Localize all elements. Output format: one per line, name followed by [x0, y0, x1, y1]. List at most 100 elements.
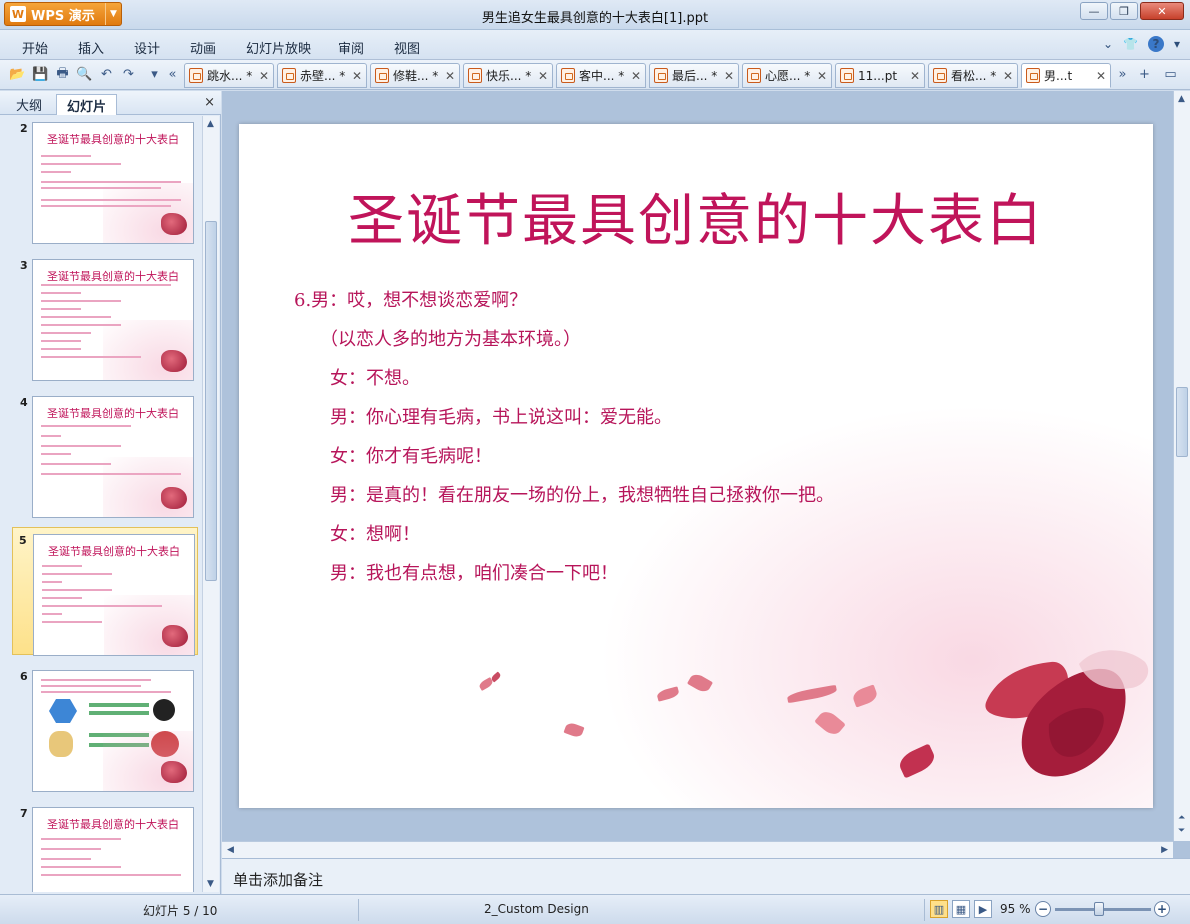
- help-dropdown-icon[interactable]: ▾: [1174, 37, 1180, 51]
- close-tab-icon[interactable]: ✕: [1001, 69, 1015, 83]
- next-slide-icon[interactable]: ⏷: [1178, 826, 1185, 836]
- thumbnail-row[interactable]: 2 圣诞节最具创意的十大表白: [0, 116, 202, 244]
- thumbnail-row-selected[interactable]: 5 圣诞节最具创意的十大表白: [12, 527, 198, 656]
- print-preview-icon[interactable]: 🔍: [76, 66, 93, 83]
- thumbnail-title: 圣诞节最具创意的十大表白: [47, 133, 179, 146]
- thumbnail-row[interactable]: 4 圣诞节最具创意的十大表白: [0, 390, 202, 518]
- open-folder-icon[interactable]: 📂: [9, 66, 26, 83]
- slide-thumbnail[interactable]: 圣诞节最具创意的十大表白: [32, 122, 194, 244]
- close-tab-icon[interactable]: ✕: [722, 69, 736, 83]
- close-tab-icon[interactable]: ✕: [350, 69, 364, 83]
- slide-title[interactable]: 圣诞节最具创意的十大表白: [239, 176, 1153, 257]
- cartoon-image-icon: [153, 699, 175, 721]
- slide-sorter-view-icon[interactable]: ▦: [952, 900, 970, 918]
- tab-list-icon[interactable]: ▭: [1162, 66, 1179, 83]
- zoom-out-icon[interactable]: −: [1035, 901, 1051, 917]
- skin-shirt-icon[interactable]: 👕: [1123, 37, 1138, 51]
- status-bar: 幻灯片 5 / 10 2_Custom Design ▥ ▦ ▶ 95 % − …: [0, 894, 1190, 924]
- close-tab-icon[interactable]: ✕: [443, 69, 457, 83]
- doc-tab[interactable]: 跳水... * ✕: [184, 63, 274, 88]
- minimize-button[interactable]: —: [1080, 2, 1108, 20]
- slide-text-line: 男：你心理有毛病，书上说这叫：爱无能。: [330, 407, 672, 428]
- scrollbar-thumb[interactable]: [1176, 387, 1188, 457]
- slide-thumbnail[interactable]: 圣诞节最具创意的十大表白: [32, 807, 194, 892]
- menu-view[interactable]: 视图: [394, 38, 420, 57]
- ppt-file-icon: [654, 68, 668, 83]
- tabs-scroll-left-icon[interactable]: «: [164, 66, 181, 83]
- slide-text-line: （以恋人多的地方为基本环境。）: [320, 329, 581, 350]
- menu-animation[interactable]: 动画: [190, 38, 216, 57]
- help-icon[interactable]: ?: [1147, 36, 1164, 52]
- thumbnail-row[interactable]: 6: [0, 664, 202, 792]
- slide-thumbnail[interactable]: 圣诞节最具创意的十大表白: [32, 259, 194, 381]
- doc-tab[interactable]: 最后... * ✕: [649, 63, 739, 88]
- slide-horizontal-scrollbar[interactable]: ◀ ▶: [222, 841, 1173, 858]
- tab-outline[interactable]: 大纲: [6, 94, 52, 115]
- close-panel-icon[interactable]: ×: [204, 95, 215, 110]
- doc-tab[interactable]: 修鞋... * ✕: [370, 63, 460, 88]
- slide-thumbnail[interactable]: 圣诞节最具创意的十大表白: [32, 396, 194, 518]
- ppt-file-icon: [933, 68, 947, 83]
- menu-design[interactable]: 设计: [134, 38, 160, 57]
- rose-decoration-icon: [161, 213, 187, 235]
- slide-text-line: 女：想啊！: [330, 524, 420, 545]
- prev-slide-icon[interactable]: ⏶: [1178, 813, 1185, 823]
- notes-pane[interactable]: 单击添加备注: [222, 858, 1190, 894]
- ribbon-collapse-icon[interactable]: ⌄: [1103, 37, 1113, 51]
- menu-insert[interactable]: 插入: [78, 38, 104, 57]
- quick-access-toolbar: 📂 💾 🖶 🔍 ↶ ↷ ▾ « 跳水... * ✕ 赤壁... * ✕ 修鞋... …: [0, 60, 1190, 90]
- toolbar-more-icon[interactable]: ▾: [146, 66, 163, 83]
- thumbnail-scrollbar[interactable]: ▲ ▼: [202, 116, 219, 892]
- doc-tab[interactable]: 看松... * ✕: [928, 63, 1018, 88]
- ppt-file-icon: [468, 68, 482, 83]
- undo-icon[interactable]: ↶: [98, 66, 115, 83]
- zoom-slider-thumb[interactable]: [1094, 902, 1104, 916]
- menu-slideshow[interactable]: 幻灯片放映: [246, 38, 311, 57]
- petal-icon: [490, 671, 502, 683]
- slide-editor: 圣诞节最具创意的十大表白 6.男：哎，想不想谈恋爱啊？ （以恋人多的地方为基本环…: [222, 91, 1190, 858]
- menu-home[interactable]: 开始: [22, 38, 48, 57]
- thumbnail-row[interactable]: 7 圣诞节最具创意的十大表白: [0, 801, 202, 892]
- normal-view-icon[interactable]: ▥: [930, 900, 948, 918]
- ppt-file-icon: [1026, 68, 1040, 83]
- scroll-right-arrow-icon[interactable]: ▶: [1161, 845, 1168, 855]
- slide-text-line: 女：你才有毛病呢！: [330, 446, 492, 467]
- slide-thumbnail[interactable]: [32, 670, 194, 792]
- slideshow-view-icon[interactable]: ▶: [974, 900, 992, 918]
- tab-slides[interactable]: 幻灯片: [56, 94, 118, 115]
- design-name: 2_Custom Design: [484, 902, 589, 916]
- scroll-down-arrow-icon[interactable]: ▼: [207, 879, 214, 889]
- cartoon-image-icon: [49, 699, 77, 723]
- scroll-up-arrow-icon[interactable]: ▲: [1178, 94, 1185, 104]
- save-icon[interactable]: 💾: [32, 66, 49, 83]
- slide-thumbnail[interactable]: 圣诞节最具创意的十大表白: [33, 534, 195, 656]
- doc-tab[interactable]: 心愿... * ✕: [742, 63, 832, 88]
- doc-tab[interactable]: 客中... * ✕: [556, 63, 646, 88]
- close-tab-icon[interactable]: ✕: [815, 69, 829, 83]
- close-tab-icon[interactable]: ✕: [1094, 69, 1108, 83]
- scroll-up-arrow-icon[interactable]: ▲: [207, 119, 214, 129]
- menu-review[interactable]: 审阅: [338, 38, 364, 57]
- close-tab-icon[interactable]: ✕: [908, 69, 922, 83]
- scroll-left-arrow-icon[interactable]: ◀: [227, 845, 234, 855]
- scrollbar-thumb[interactable]: [205, 221, 217, 581]
- tabs-scroll-right-icon[interactable]: »: [1114, 66, 1131, 83]
- close-tab-icon[interactable]: ✕: [257, 69, 271, 83]
- doc-tab[interactable]: 赤壁... * ✕: [277, 63, 367, 88]
- thumbnail-row[interactable]: 3 圣诞节最具创意的十大表白: [0, 253, 202, 381]
- thumbnail-list: 2 圣诞节最具创意的十大表白 3 圣诞节最具创意的十大表白 4 圣诞节最具创意的…: [0, 116, 202, 892]
- doc-tab[interactable]: 11...pt ✕: [835, 63, 925, 88]
- restore-button[interactable]: ❐: [1110, 2, 1138, 20]
- close-window-button[interactable]: ✕: [1140, 2, 1184, 20]
- print-icon[interactable]: 🖶: [54, 66, 71, 83]
- new-tab-plus-icon[interactable]: +: [1136, 66, 1153, 83]
- doc-tab[interactable]: 快乐... * ✕: [463, 63, 553, 88]
- zoom-in-icon[interactable]: +: [1154, 901, 1170, 917]
- slide-vertical-scrollbar[interactable]: ▲ ⏶ ⏷: [1173, 91, 1190, 841]
- redo-icon[interactable]: ↷: [120, 66, 137, 83]
- current-slide[interactable]: 圣诞节最具创意的十大表白 6.男：哎，想不想谈恋爱啊？ （以恋人多的地方为基本环…: [239, 124, 1153, 808]
- close-tab-icon[interactable]: ✕: [536, 69, 550, 83]
- ppt-file-icon: [561, 68, 575, 83]
- close-tab-icon[interactable]: ✕: [629, 69, 643, 83]
- doc-tab-active[interactable]: 男...t ✕: [1021, 63, 1111, 88]
